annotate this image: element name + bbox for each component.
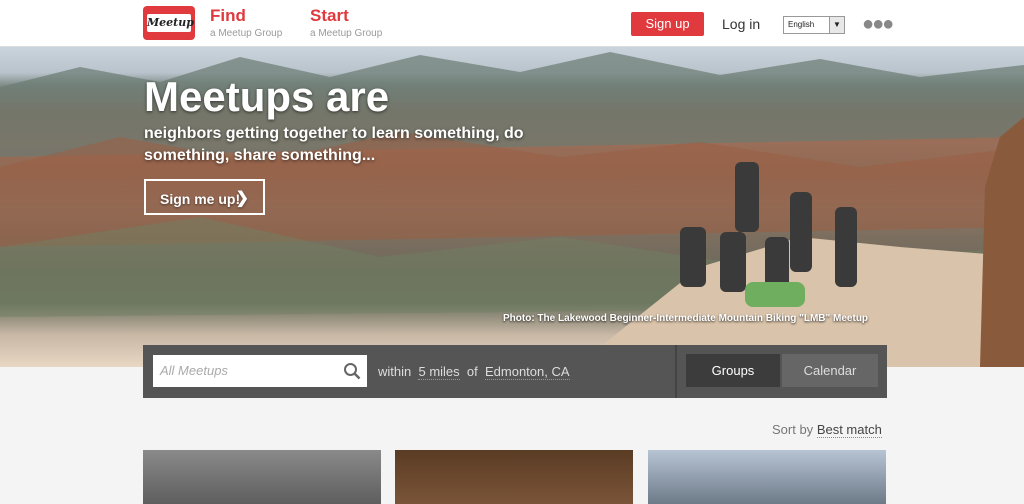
meetup-logo[interactable]: Meetup <box>143 6 195 40</box>
search-filters: within 5 miles of Edmonton, CA <box>378 345 570 398</box>
find-label: Find <box>210 6 246 25</box>
language-select[interactable]: English ▼ <box>783 16 845 34</box>
top-header: Meetup Find a Meetup Group Start a Meetu… <box>0 0 1024 47</box>
login-link[interactable]: Log in <box>722 12 760 36</box>
more-dots-icon[interactable]: ●●● <box>862 14 894 34</box>
search-input[interactable]: All Meetups <box>153 355 367 387</box>
chevron-down-icon: ▼ <box>829 17 844 33</box>
start-link[interactable]: Start a Meetup Group <box>310 6 382 41</box>
start-label: Start <box>310 6 349 25</box>
group-card-image[interactable] <box>395 450 633 504</box>
hero-title: Meetups are <box>144 73 390 120</box>
group-card-image[interactable] <box>648 450 886 504</box>
location-select[interactable]: Edmonton, CA <box>484 364 570 380</box>
sort-label: Sort by <box>772 422 814 437</box>
tab-calendar[interactable]: Calendar <box>782 354 878 387</box>
signup-button[interactable]: Sign up <box>631 12 704 36</box>
within-label: within <box>378 364 412 379</box>
sort-control: Sort by Best match <box>772 422 882 438</box>
tab-groups[interactable]: Groups <box>686 354 780 387</box>
sign-me-up-button[interactable]: Sign me up! ❯ <box>144 179 265 215</box>
search-icon[interactable] <box>343 362 361 380</box>
sign-me-up-label: Sign me up! <box>160 191 241 207</box>
logo-text: Meetup <box>147 14 194 32</box>
search-placeholder: All Meetups <box>160 363 228 378</box>
group-card-image[interactable] <box>143 450 381 504</box>
language-value: English <box>788 20 815 29</box>
hero-banner: Meetups are neighbors getting together t… <box>0 47 1024 367</box>
find-sublabel: a Meetup Group <box>210 28 283 39</box>
start-sublabel: a Meetup Group <box>310 28 383 39</box>
of-label: of <box>466 364 478 379</box>
sort-select[interactable]: Best match <box>816 422 882 438</box>
chevron-right-icon: ❯ <box>235 190 249 207</box>
photo-caption: Photo: The Lakewood Beginner-Intermediat… <box>503 313 869 324</box>
distance-select[interactable]: 5 miles <box>418 364 460 380</box>
hero-subtitle: neighbors getting together to learn some… <box>144 125 524 164</box>
find-link[interactable]: Find a Meetup Group <box>210 6 282 41</box>
view-toggle: Groups Calendar <box>675 345 889 398</box>
search-bar: All Meetups within 5 miles of Edmonton, … <box>143 345 887 398</box>
